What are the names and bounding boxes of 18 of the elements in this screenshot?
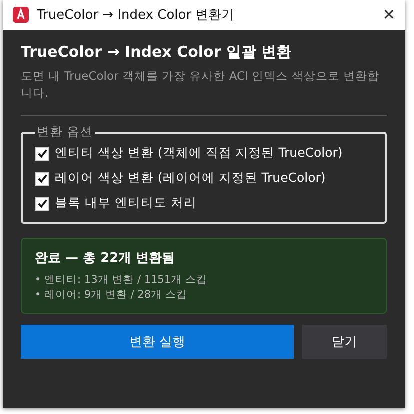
option-label: 레이어 색상 변환 (레이어에 지정된 TrueColor) bbox=[55, 170, 326, 188]
window-title: TrueColor → Index Color 변환기 bbox=[37, 7, 236, 24]
convert-button[interactable]: 변환 실행 bbox=[21, 324, 294, 359]
option-label: 블록 내부 엔티티도 처리 bbox=[55, 195, 197, 212]
group-legend: 변환 옵션 bbox=[35, 124, 95, 142]
app-logo-icon bbox=[13, 7, 29, 23]
checkbox[interactable] bbox=[35, 196, 49, 211]
checkbox[interactable] bbox=[35, 172, 49, 186]
result-line: • 레이어: 9개 변환 / 28개 스킵 bbox=[35, 288, 188, 303]
result-title: 완료 — 총 22개 변환됨 bbox=[35, 250, 176, 268]
option-checkbox[interactable]: 블록 내부 엔티티도 처리 bbox=[35, 195, 373, 212]
close-button[interactable]: × bbox=[379, 5, 399, 25]
result-line: • 엔티티: 13개 변환 / 1151개 스킵 bbox=[35, 273, 208, 288]
option-checkbox[interactable]: 레이어 색상 변환 (레이어에 지정된 TrueColor) bbox=[35, 170, 373, 188]
description-text: 도면 내 TrueColor 객체를 가장 유사한 ACI 인덱스 색상으로 변환합니다. bbox=[21, 68, 380, 102]
checkbox[interactable] bbox=[35, 146, 49, 161]
dialog-heading: TrueColor → Index Color 일괄 변환 bbox=[21, 43, 293, 62]
close-dialog-button[interactable]: 닫기 bbox=[302, 324, 387, 359]
